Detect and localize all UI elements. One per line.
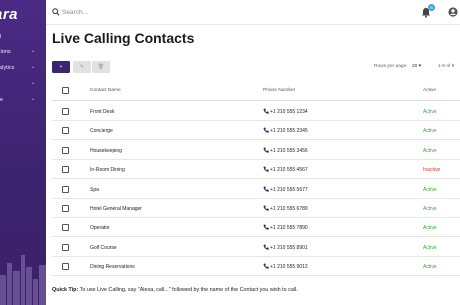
- delete-contact-button[interactable]: 🗑: [92, 61, 110, 73]
- status-badge[interactable]: Active: [423, 187, 437, 193]
- phone-icon: [263, 186, 269, 192]
- row-checkbox[interactable]: [62, 108, 69, 115]
- chevron-down-icon: ⌄: [31, 48, 36, 54]
- status-badge[interactable]: Active: [423, 264, 437, 270]
- sidebar-item-locations[interactable]: ations ⌄: [0, 46, 46, 58]
- phone-icon: [263, 127, 269, 134]
- sidebar-item-label: ice: [0, 97, 4, 103]
- status-badge[interactable]: Active: [423, 128, 437, 134]
- brand-logo: ara: [0, 6, 19, 23]
- app-root: ara rd ations ⌄ nalytics ⌄ s ⌄ ice ⌄: [0, 0, 460, 305]
- row-checkbox[interactable]: [62, 127, 69, 135]
- phone-icon: [263, 224, 269, 231]
- phone-icon: [263, 263, 269, 269]
- status-badge[interactable]: Active: [423, 148, 437, 154]
- row-checkbox[interactable]: [62, 205, 69, 212]
- table-row[interactable]: Front Desk +1 210 555 1234 Active: [52, 102, 460, 121]
- status-badge[interactable]: Active: [423, 206, 437, 212]
- table-header: Contact Name Phone Number Active: [52, 81, 460, 101]
- phone-icon: [263, 205, 269, 211]
- column-header-contact-name[interactable]: Contact Name: [90, 88, 121, 93]
- contact-name-cell: In-Room Dining: [90, 167, 125, 174]
- table-row[interactable]: Housekeeping +1 210 555 3456 Active: [52, 141, 460, 160]
- table-row[interactable]: Hotel General Manager +1 210 555 6789 Acti…: [52, 199, 460, 218]
- add-contact-button[interactable]: +: [52, 61, 70, 73]
- status-badge[interactable]: Active: [423, 109, 437, 115]
- select-all-checkbox[interactable]: [62, 87, 69, 94]
- user-account-icon[interactable]: [448, 7, 458, 17]
- phone-number-cell: +1 210 555 3456: [270, 147, 308, 154]
- quick-tip-text: To use Live Calling, say "Alexa, call...…: [78, 287, 298, 293]
- status-badge[interactable]: Inactive: [423, 167, 440, 173]
- table-row[interactable]: Golf Course +1 210 555 8901 Active: [52, 238, 460, 257]
- contact-name-cell: Dining Reservations: [90, 264, 135, 271]
- contact-name-cell: Housekeeping: [90, 147, 122, 154]
- sidebar: ara rd ations ⌄ nalytics ⌄ s ⌄ ice ⌄: [0, 0, 46, 305]
- phone-icon: [263, 244, 269, 250]
- table-row[interactable]: Operator +1 210 555 7890 Active: [52, 218, 460, 238]
- sidebar-item-analytics[interactable]: nalytics ⌄: [0, 62, 46, 74]
- row-checkbox[interactable]: [62, 263, 69, 271]
- phone-number-cell: +1 210 555 4567: [270, 167, 308, 174]
- sidebar-item-service[interactable]: ice ⌄: [0, 94, 46, 106]
- quick-tip-label: Quick Tip:: [52, 287, 79, 293]
- status-badge[interactable]: Active: [423, 245, 437, 251]
- column-header-active[interactable]: Active: [423, 88, 436, 93]
- table-row[interactable]: Dining Reservations +1 210 555 9012 Active: [52, 257, 460, 277]
- sidebar-item-skills[interactable]: s ⌄: [0, 78, 46, 90]
- pagination-info: 1-9 of 9: [438, 64, 455, 69]
- rows-per-page-select[interactable]: 20 ▾: [412, 64, 421, 69]
- contact-name-cell: Hotel General Manager: [90, 206, 142, 212]
- sidebar-item-label: rd: [0, 34, 1, 40]
- row-checkbox[interactable]: [62, 166, 69, 174]
- phone-number-cell: +1 210 555 1234: [270, 109, 308, 115]
- chevron-down-icon: ⌄: [31, 64, 36, 70]
- contact-name-cell: Concierge: [90, 128, 113, 135]
- notification-badge: 6: [428, 4, 435, 11]
- rows-per-page-label: Rows per page:: [374, 64, 408, 69]
- search-icon: [52, 8, 60, 16]
- table-row[interactable]: In-Room Dining +1 210 555 4567 Inactive: [52, 160, 460, 180]
- quick-tip: Quick Tip: To use Live Calling, say "Ale…: [52, 287, 298, 293]
- row-checkbox[interactable]: [62, 146, 69, 154]
- phone-number-cell: +1 210 555 5677: [270, 186, 308, 193]
- sidebar-item-label: ations: [0, 49, 11, 55]
- column-header-phone-number[interactable]: Phone Number: [263, 88, 295, 93]
- sidebar-item-dashboard[interactable]: rd: [0, 31, 46, 43]
- chevron-down-icon: ⌄: [31, 80, 36, 86]
- status-badge[interactable]: Active: [423, 225, 437, 231]
- table-row[interactable]: Spa +1 210 555 5677 Active: [52, 180, 460, 199]
- sidebar-item-label: nalytics: [0, 65, 15, 71]
- chevron-down-icon: ⌄: [31, 96, 36, 102]
- phone-number-cell: +1 210 555 2345: [270, 128, 308, 135]
- phone-icon: [263, 147, 269, 153]
- contact-name-cell: Front Desk: [90, 109, 115, 115]
- contact-name-cell: Operator: [90, 225, 110, 232]
- phone-number-cell: +1 210 555 6789: [270, 206, 308, 212]
- row-checkbox[interactable]: [62, 243, 69, 251]
- search-input[interactable]: [62, 6, 262, 18]
- phone-icon: [263, 166, 269, 172]
- city-skyline-image: [0, 255, 46, 305]
- phone-number-cell: +1 210 555 9012: [270, 264, 308, 271]
- top-bar: 6: [46, 0, 460, 25]
- phone-number-cell: +1 210 555 7890: [270, 225, 308, 232]
- phone-number-cell: +1 210 555 8901: [270, 244, 308, 251]
- contact-name-cell: Spa: [90, 186, 99, 193]
- row-checkbox[interactable]: [62, 224, 69, 232]
- contact-name-cell: Golf Course: [90, 244, 117, 251]
- page-title: Live Calling Contacts: [52, 30, 195, 46]
- phone-icon: [263, 108, 269, 114]
- row-checkbox[interactable]: [62, 185, 69, 193]
- table-row[interactable]: Concierge +1 210 555 2345 Active: [52, 121, 460, 141]
- edit-contact-button[interactable]: ✎: [73, 61, 91, 73]
